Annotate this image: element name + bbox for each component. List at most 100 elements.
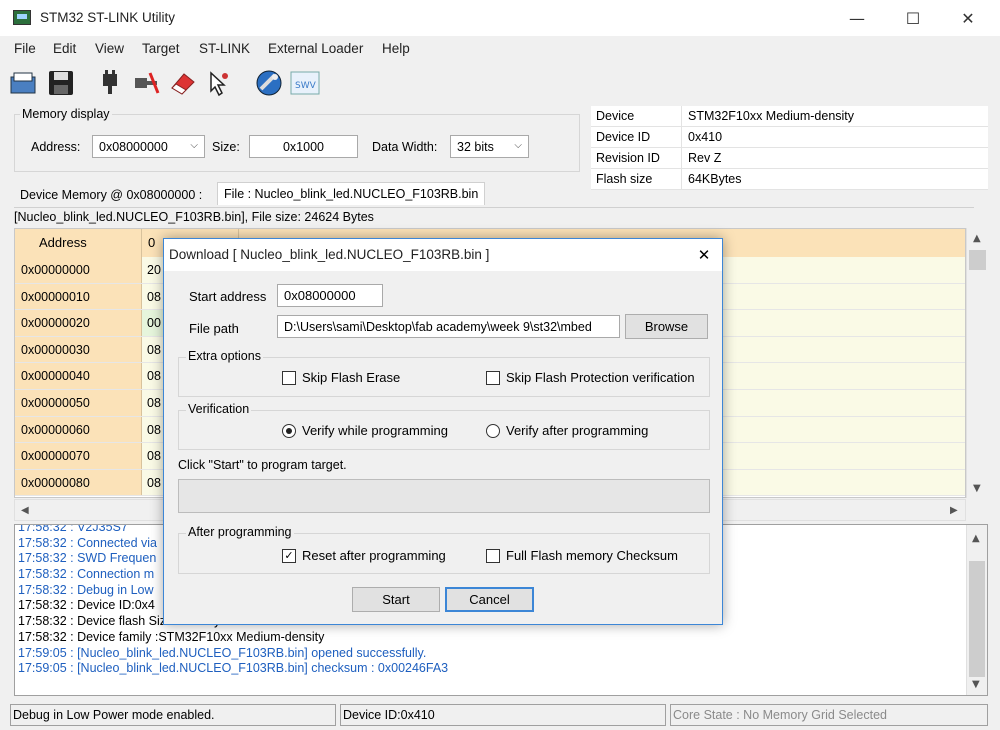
extra-options-label: Extra options <box>186 349 263 363</box>
skip-flash-erase-label: Skip Flash Erase <box>302 370 401 385</box>
close-button[interactable]: ✕ <box>945 0 991 36</box>
start-address-value: 0x08000000 <box>284 288 356 303</box>
chevron-down-icon: ⌵ <box>514 140 522 151</box>
device-info-row: Revision ID Rev Z <box>591 148 988 169</box>
menu-file[interactable]: File <box>14 41 36 56</box>
scroll-up-icon[interactable]: ▲ <box>972 533 980 544</box>
log-vertical-scrollbar[interactable]: ▲ ▼ <box>966 525 987 695</box>
skip-flash-protection-label: Skip Flash Protection verification <box>506 370 695 385</box>
full-checksum-option[interactable]: Full Flash memory Checksum <box>486 548 678 563</box>
start-button[interactable]: Start <box>352 587 440 612</box>
data-width-value: 32 bits <box>457 139 494 154</box>
status-core-state: Core State : No Memory Grid Selected <box>670 704 988 726</box>
row-address: 0x00000040 <box>15 363 142 389</box>
data-width-label: Data Width: <box>372 140 438 154</box>
skip-flash-protection-checkbox[interactable] <box>486 370 500 385</box>
browse-button[interactable]: Browse <box>625 314 708 339</box>
program-verify-icon[interactable] <box>203 68 233 98</box>
open-file-icon[interactable] <box>8 68 38 98</box>
row-address: 0x00000030 <box>15 336 142 363</box>
verify-after-radio[interactable] <box>486 423 500 438</box>
disconnect-icon[interactable] <box>131 68 161 98</box>
scroll-up-icon[interactable]: ▲ <box>973 233 981 244</box>
status-left: Debug in Low Power mode enabled. <box>10 704 336 726</box>
erase-icon[interactable] <box>167 68 197 98</box>
tab-file[interactable]: File : Nucleo_blink_led.NUCLEO_F103RB.bi… <box>217 182 486 205</box>
device-info-table: Device STM32F10xx Medium-density Device I… <box>591 106 988 190</box>
reset-after-option[interactable]: ✓ Reset after programming <box>282 548 446 563</box>
menu-view[interactable]: View <box>95 41 124 56</box>
scroll-right-icon[interactable]: ▶ <box>950 505 958 516</box>
app-icon <box>13 10 31 25</box>
menu-edit[interactable]: Edit <box>53 41 76 56</box>
verify-while-option[interactable]: Verify while programming <box>282 423 448 438</box>
progress-bar <box>178 479 710 513</box>
target-settings-icon[interactable] <box>254 68 284 98</box>
row-address: 0x00000080 <box>15 469 142 496</box>
scroll-down-icon[interactable]: ▼ <box>973 483 981 494</box>
device-info-key: Revision ID <box>591 148 682 168</box>
address-combo[interactable]: 0x08000000 ⌵ <box>92 135 205 158</box>
connect-icon[interactable] <box>95 68 125 98</box>
menu-stlink[interactable]: ST-LINK <box>199 41 250 56</box>
scroll-thumb[interactable] <box>969 250 986 270</box>
device-info-key: Device <box>591 106 682 126</box>
skip-flash-protection-option[interactable]: Skip Flash Protection verification <box>486 370 695 385</box>
verification-label: Verification <box>186 402 252 416</box>
menu-help[interactable]: Help <box>382 41 410 56</box>
row-address: 0x00000010 <box>15 283 142 310</box>
scroll-down-icon[interactable]: ▼ <box>972 679 980 690</box>
device-info-value: Rev Z <box>688 151 722 165</box>
row-address: 0x00000070 <box>15 443 142 469</box>
menu-target[interactable]: Target <box>142 41 180 56</box>
file-path-label: File path <box>189 321 239 336</box>
grid-header-address: Address <box>15 229 142 257</box>
address-label: Address: <box>31 140 81 154</box>
verify-after-option[interactable]: Verify after programming <box>486 423 648 438</box>
after-programming-label: After programming <box>186 525 294 539</box>
row-address: 0x00000050 <box>15 389 142 416</box>
tab-device-memory[interactable]: Device Memory @ 0x08000000 : <box>14 184 209 207</box>
scroll-thumb[interactable] <box>969 561 985 677</box>
start-address-label: Start address <box>189 289 267 304</box>
full-checksum-checkbox[interactable] <box>486 548 500 563</box>
skip-flash-erase-option[interactable]: Skip Flash Erase <box>282 370 400 385</box>
chevron-down-icon: ⌵ <box>190 140 198 151</box>
device-info-key: Flash size <box>591 169 682 189</box>
verify-while-radio[interactable] <box>282 423 296 438</box>
scroll-left-icon[interactable]: ◀ <box>21 505 29 516</box>
grid-vertical-scrollbar[interactable]: ▲ ▼ <box>966 228 988 498</box>
start-address-input[interactable]: 0x08000000 <box>277 284 383 307</box>
maximize-button[interactable]: ☐ <box>890 0 936 36</box>
verify-while-label: Verify while programming <box>302 423 448 438</box>
radio-selected-dot <box>286 427 292 434</box>
file-path-input[interactable]: D:\Users\sami\Desktop\fab academy\week 9… <box>277 315 620 338</box>
program-hint: Click "Start" to program target. <box>178 458 347 472</box>
data-width-combo[interactable]: 32 bits ⌵ <box>450 135 529 158</box>
full-checksum-label: Full Flash memory Checksum <box>506 548 678 563</box>
verify-after-label: Verify after programming <box>506 423 649 438</box>
file-info-label: [Nucleo_blink_led.NUCLEO_F103RB.bin], Fi… <box>14 207 974 226</box>
skip-flash-erase-checkbox[interactable] <box>282 370 296 385</box>
swv-icon[interactable]: SWV <box>290 68 320 98</box>
reset-after-checkbox[interactable]: ✓ <box>282 548 296 563</box>
log-line: 17:59:05 : [Nucleo_blink_led.NUCLEO_F103… <box>18 661 449 676</box>
address-value: 0x08000000 <box>99 139 168 154</box>
row-address: 0x00000000 <box>15 257 142 283</box>
device-info-value: 0x410 <box>688 130 723 144</box>
minimize-button[interactable]: — <box>834 0 880 36</box>
device-info-value: 64KBytes <box>688 172 742 186</box>
window-title: STM32 ST-LINK Utility <box>40 10 176 25</box>
save-icon[interactable] <box>46 68 76 98</box>
cancel-button[interactable]: Cancel <box>445 587 534 612</box>
title-bar: STM32 ST-LINK Utility — ☐ ✕ <box>0 0 1000 36</box>
size-label: Size: <box>212 140 240 154</box>
close-icon[interactable]: ✕ <box>690 243 718 267</box>
log-line: 17:59:05 : [Nucleo_blink_led.NUCLEO_F103… <box>18 645 427 660</box>
dialog-title-bar: Download [ Nucleo_blink_led.NUCLEO_F103R… <box>164 239 722 271</box>
device-info-value: STM32F10xx Medium-density <box>688 109 855 123</box>
size-input[interactable]: 0x1000 <box>249 135 358 158</box>
row-address: 0x00000060 <box>15 416 142 443</box>
menu-external-loader[interactable]: External Loader <box>268 41 363 56</box>
svg-text:SWV: SWV <box>295 81 317 91</box>
